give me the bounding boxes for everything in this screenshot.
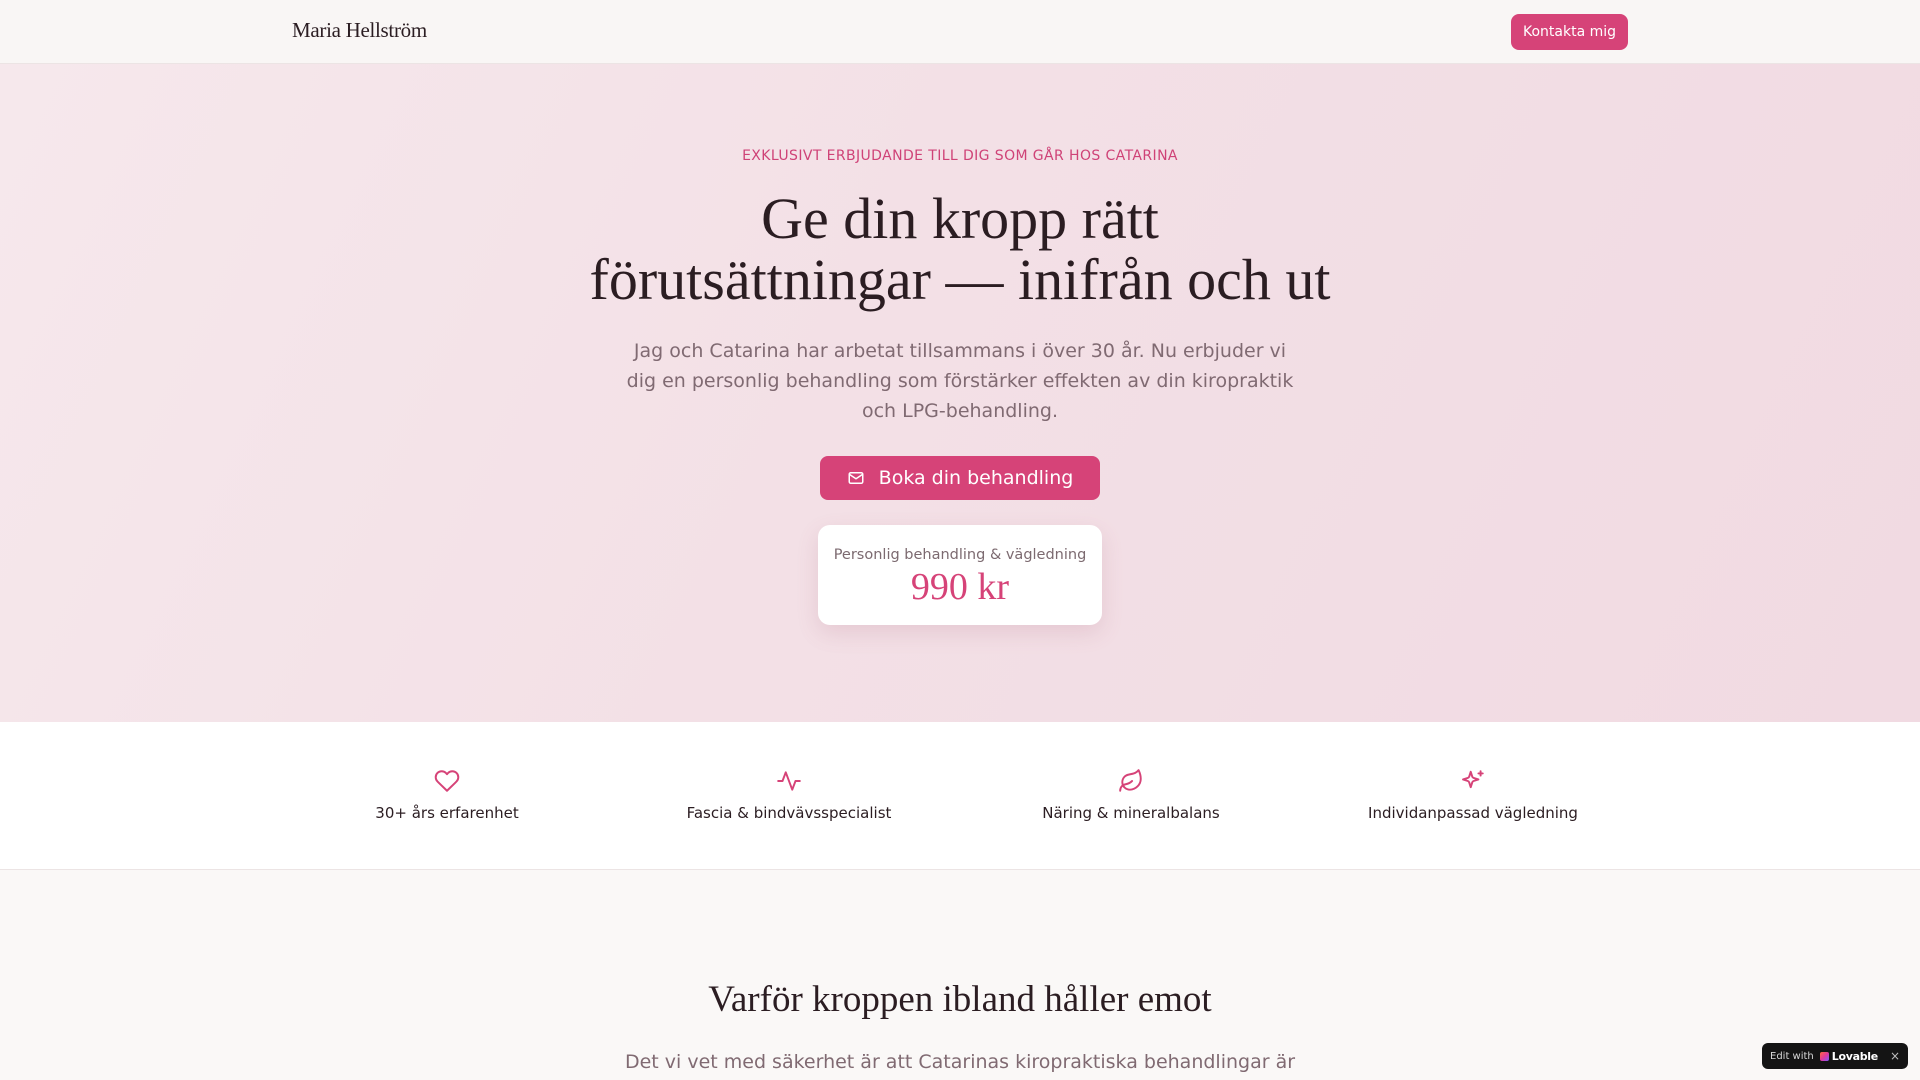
feature-label: Individanpassad vägledning [1368,804,1578,822]
price-label: Personlig behandling & vägledning [833,547,1087,563]
hero-title-line1: Ge din kropp rätt [761,186,1159,251]
lovable-icon [1819,1051,1829,1061]
feature-nutrition: Näring & mineralbalans [981,768,1281,822]
contact-button[interactable]: Kontakta mig [1511,14,1628,50]
feature-experience: 30+ års erfarenhet [297,768,597,822]
price-card: Personlig behandling & vägledning 990 kr [818,525,1102,625]
book-treatment-button[interactable]: Boka din behandling [820,456,1100,500]
activity-icon [639,768,939,796]
why-section-title: Varför kroppen ibland håller emot [708,979,1212,1020]
book-treatment-label: Boka din behandling [878,467,1074,489]
lovable-wordmark: Lovable [1831,1049,1878,1063]
lovable-logo: Lovable [1819,1049,1878,1063]
edit-with-lovable-badge[interactable]: Edit with Lovable × [1762,1043,1908,1069]
features-strip: 30+ års erfarenhet Fascia & bindvävsspec… [0,722,1920,870]
feature-label: Näring & mineralbalans [1042,804,1220,822]
sparkles-icon [1323,768,1623,796]
feature-label: 30+ års erfarenhet [375,804,519,822]
edit-badge-prefix: Edit with [1770,1050,1814,1062]
leaf-icon [981,768,1281,796]
feature-label: Fascia & bindvävsspecialist [686,804,892,822]
hero-section: EXKLUSIVT ERBJUDANDE TILL DIG SOM GÅR HO… [0,64,1920,722]
hero-subtitle: Jag och Catarina har arbetat tillsammans… [626,340,1294,422]
hero-eyebrow: EXKLUSIVT ERBJUDANDE TILL DIG SOM GÅR HO… [742,148,1178,164]
mail-icon [847,469,865,487]
price-value: 990 kr [910,566,1010,608]
why-section-text: Det vi vet med säkerhet är att Catarinas… [624,1051,1296,1073]
feature-guidance: Individanpassad vägledning [1323,768,1623,822]
brand-logo[interactable]: Maria Hellström [292,18,427,43]
feature-fascia: Fascia & bindvävsspecialist [639,768,939,822]
close-icon[interactable]: × [1890,1049,1900,1063]
heart-icon [297,768,597,796]
hero-title: Ge din kropp rätt förutsättningar — inif… [460,188,1460,310]
hero-title-line2: förutsättningar — inifrån och ut [589,247,1331,312]
site-header: Maria Hellström Kontakta mig [0,0,1920,64]
